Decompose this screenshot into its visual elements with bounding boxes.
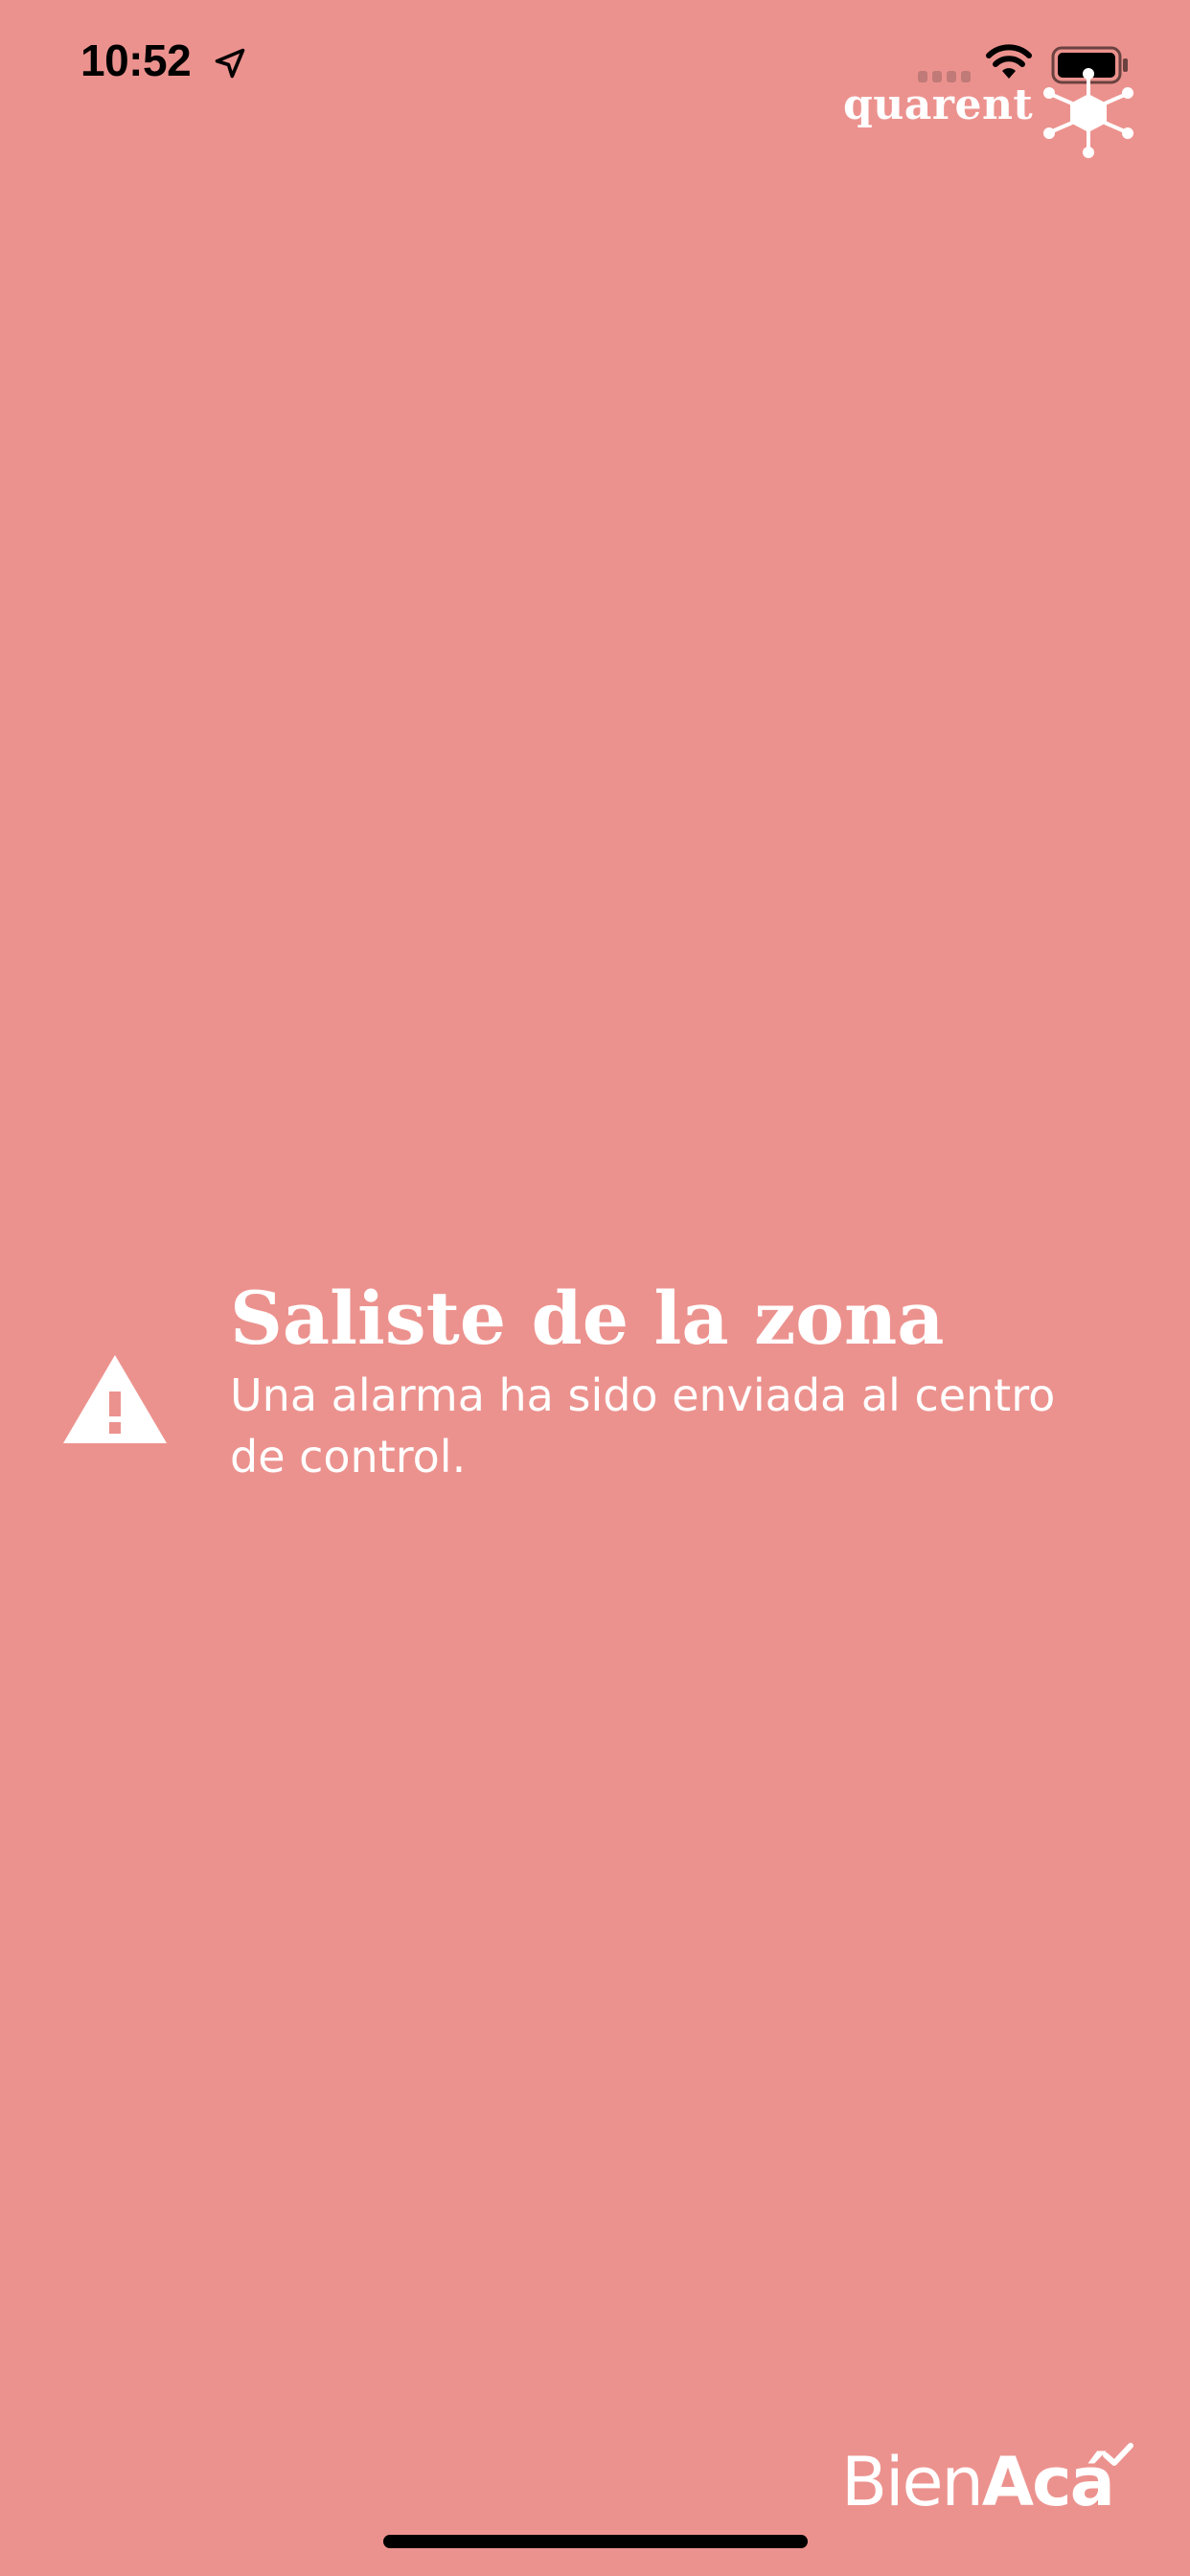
alert-title: Saliste de la zona	[230, 1276, 945, 1361]
footer-brand-bold: Acá	[981, 2443, 1115, 2521]
wifi-icon	[986, 44, 1032, 79]
home-indicator[interactable]	[383, 2535, 808, 2548]
hexagon-network-icon	[1043, 68, 1133, 158]
footer-brand-light: Bien	[841, 2443, 984, 2521]
warning-icon	[63, 1355, 167, 1443]
zone-exit-alert: Saliste de la zona Una alarma ha sido en…	[0, 1255, 1190, 1505]
footer-brand-logo: BienAcá	[841, 2443, 1115, 2521]
brand-wordmark: quarent	[843, 80, 1034, 129]
alert-message: Una alarma ha sido enviada al centro de …	[230, 1369, 1056, 1483]
status-time: 10:52	[80, 35, 192, 85]
check-icon	[1103, 2443, 1133, 2466]
location-arrow-icon	[215, 48, 245, 79]
